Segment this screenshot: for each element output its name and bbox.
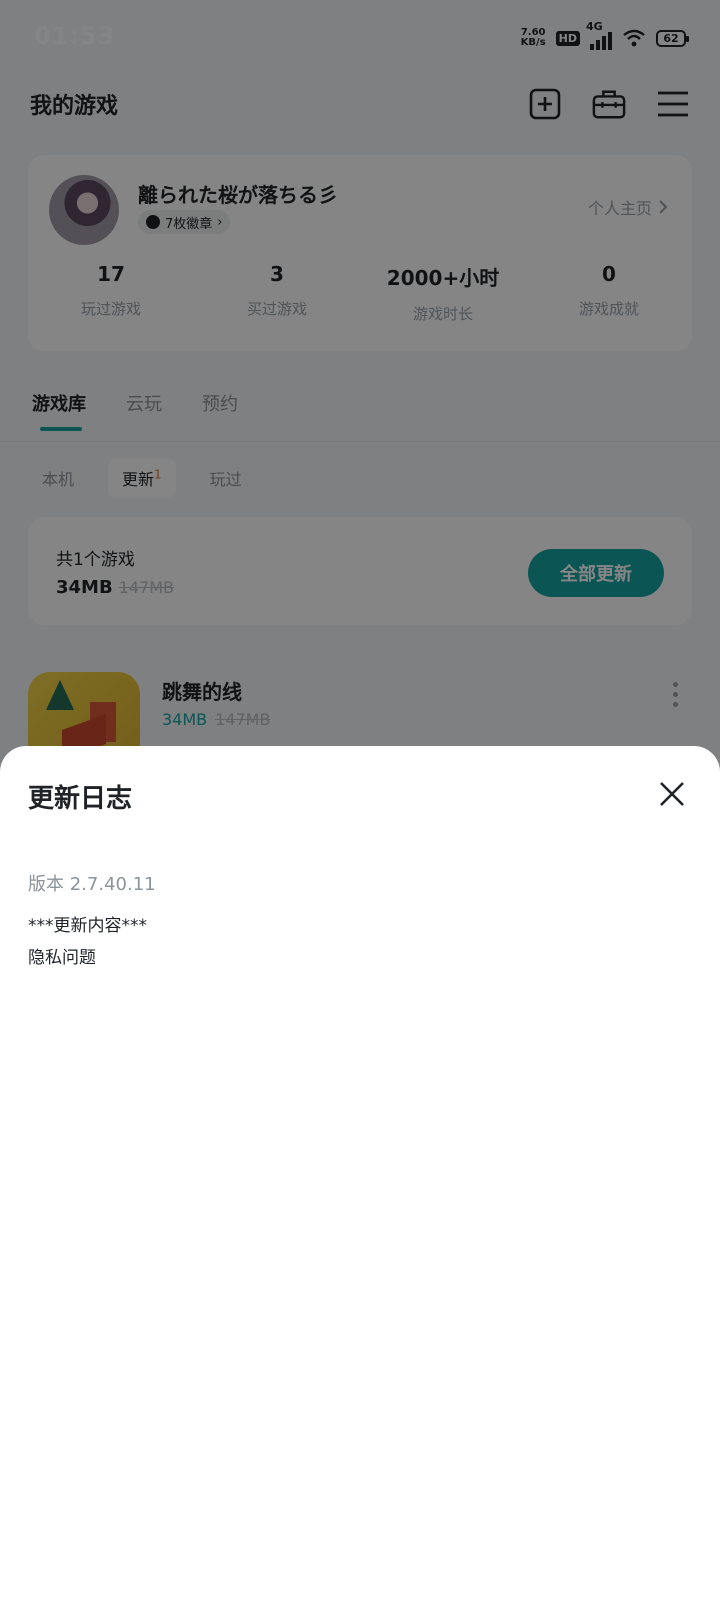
changelog-content: ***更新内容*** 隐私问题 [28, 910, 147, 974]
changelog-heading: ***更新内容*** [28, 916, 147, 936]
changelog-sheet: 更新日志 版本 2.7.40.11 ***更新内容*** 隐私问题 [0, 746, 720, 1600]
close-icon[interactable] [658, 780, 686, 808]
sheet-title: 更新日志 [28, 784, 133, 814]
changelog-item: 隐私问题 [28, 948, 96, 968]
version-text: 版本 2.7.40.11 [28, 874, 156, 895]
